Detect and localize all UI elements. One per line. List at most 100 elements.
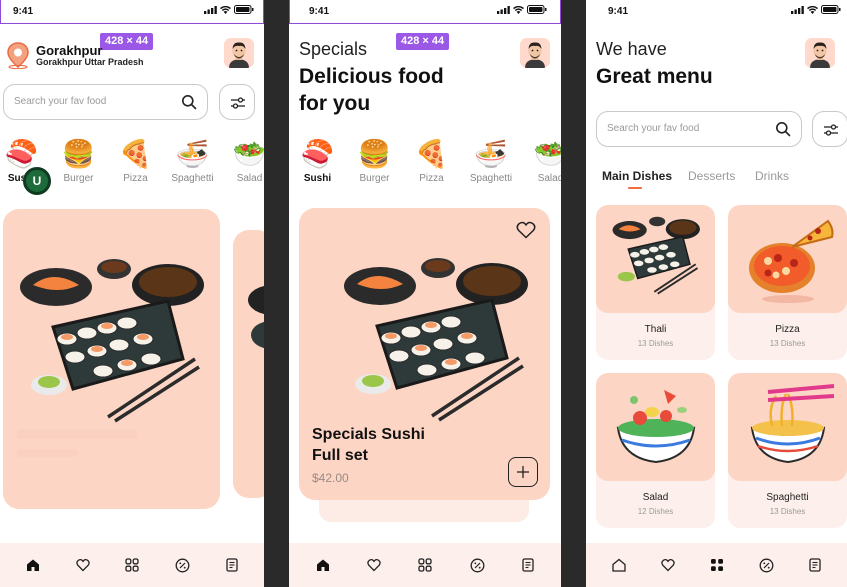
status-time: 9:41	[608, 6, 629, 17]
receipt-icon[interactable]	[809, 558, 821, 572]
tab-desserts[interactable]: Desserts	[688, 169, 735, 183]
receipt-icon[interactable]	[522, 558, 534, 572]
spaghetti-icon: 🍜	[474, 139, 508, 169]
menu-card-count: 13 Dishes	[769, 507, 806, 516]
category-salad[interactable]: 🥗 Salad	[221, 137, 264, 184]
category-label: Burger	[359, 173, 390, 184]
special-name-line2: Full set	[312, 447, 369, 464]
status-icons	[204, 5, 254, 14]
status-time: 9:41	[13, 6, 34, 17]
tab-drinks[interactable]: Drinks	[755, 169, 789, 183]
bottom-nav	[289, 543, 561, 587]
grid-icon[interactable]	[418, 558, 433, 572]
salad-icon	[616, 390, 695, 464]
heart-icon[interactable]	[516, 221, 536, 239]
search-icon[interactable]	[775, 121, 791, 137]
heart-icon[interactable]	[367, 558, 381, 572]
user-avatar-icon	[224, 38, 254, 68]
search-input[interactable]: Search your fav food	[3, 84, 208, 120]
location-subtitle: Gorakhpur Uttar Pradesh	[36, 57, 144, 67]
discount-icon[interactable]	[175, 558, 190, 573]
page-title-line2: for you	[299, 92, 371, 115]
menu-card-spaghetti[interactable]: Spaghetti 13 Dishes	[728, 373, 847, 528]
special-card[interactable]: Specials Sushi Full set $42.00	[299, 208, 550, 500]
avatar[interactable]	[805, 38, 835, 68]
category-label: Sushi	[303, 173, 332, 184]
menu-card-thali[interactable]: Thali 13 Dishes	[596, 205, 715, 360]
discount-icon[interactable]	[759, 558, 774, 573]
menu-card-salad[interactable]: Salad 12 Dishes	[596, 373, 715, 528]
home-icon[interactable]	[26, 558, 40, 572]
page-title: Great menu	[596, 65, 713, 88]
special-card[interactable]	[3, 209, 220, 509]
battery-icon	[821, 5, 841, 14]
sushi-set-icon	[344, 258, 528, 422]
menu-screen: 9:41 We have Great menu Search your fav …	[586, 0, 847, 587]
filter-button[interactable]	[812, 111, 847, 147]
category-label: Spaghetti	[469, 173, 513, 184]
menu-card-name: Salad	[642, 492, 669, 503]
salad-icon: 🥗	[533, 139, 561, 169]
heart-icon[interactable]	[661, 558, 675, 572]
category-spaghetti[interactable]: 🍜 Spaghetti	[164, 137, 221, 184]
special-price: $42.00	[312, 471, 349, 485]
faded-price	[17, 449, 77, 457]
grid-icon[interactable]	[125, 558, 140, 572]
cursor-badge: U	[23, 167, 51, 195]
tab-main-dishes[interactable]: Main Dishes	[602, 169, 672, 183]
specials-screen: 9:41 428 × 44 Specials Delicious food fo…	[289, 0, 561, 587]
receipt-icon[interactable]	[226, 558, 238, 572]
category-label: Salad	[537, 173, 561, 184]
search-input[interactable]: Search your fav food	[596, 111, 802, 147]
category-burger[interactable]: 🍔 Burger	[346, 137, 403, 184]
home-icon[interactable]	[316, 558, 330, 572]
sushi-set-icon	[248, 286, 264, 349]
menu-card-image	[728, 373, 847, 481]
category-sushi[interactable]: 🍣 Sushi	[289, 137, 346, 184]
pizza-icon: 🍕	[118, 139, 153, 169]
category-spaghetti[interactable]: 🍜 Spaghetti	[460, 137, 522, 184]
search-icon[interactable]	[181, 94, 197, 110]
filter-button[interactable]	[219, 84, 255, 120]
add-to-cart-button[interactable]	[508, 457, 538, 487]
page-subtitle: We have	[596, 39, 667, 59]
home-icon[interactable]	[611, 558, 626, 572]
spaghetti-icon	[750, 384, 834, 464]
menu-card-name: Pizza	[775, 324, 800, 335]
status-time: 9:41	[309, 6, 330, 17]
dimension-badge: 428 × 44	[100, 33, 154, 50]
status-bar: 9:41	[586, 0, 847, 22]
user-avatar-icon	[805, 38, 835, 68]
plus-icon	[517, 466, 529, 478]
bottom-nav	[586, 543, 847, 587]
sushi-set-icon	[20, 259, 204, 423]
design-canvas: 9:41 428 × 44 Gorakhpur Gorakhpur Uttar …	[0, 0, 847, 587]
filter-icon	[231, 97, 245, 109]
sushi-icon: 🍣	[4, 139, 39, 169]
filter-icon	[824, 124, 838, 136]
pizza-icon: 🍕	[414, 139, 449, 169]
category-label: Spaghetti	[171, 173, 214, 184]
category-burger[interactable]: 🍔 Burger	[50, 137, 107, 184]
discount-icon[interactable]	[470, 558, 485, 573]
location-pin-icon	[7, 42, 29, 69]
page-title-line1: Delicious food	[299, 65, 444, 88]
grid-icon[interactable]	[710, 558, 724, 572]
search-placeholder: Search your fav food	[607, 123, 700, 134]
category-pizza[interactable]: 🍕 Pizza	[107, 137, 164, 184]
menu-card-pizza[interactable]: Pizza 13 Dishes	[728, 205, 847, 360]
special-name-line1: Specials Sushi	[312, 426, 425, 443]
location-title[interactable]: Gorakhpur	[36, 43, 102, 58]
wifi-icon	[220, 5, 231, 14]
avatar[interactable]	[520, 38, 550, 68]
status-icons	[497, 5, 547, 14]
category-salad[interactable]: 🥗 Salad	[522, 137, 561, 184]
user-avatar-icon	[520, 38, 550, 68]
spaghetti-icon: 🍜	[175, 139, 210, 169]
next-card-peek[interactable]	[233, 230, 264, 498]
avatar[interactable]	[224, 38, 254, 68]
heart-icon[interactable]	[75, 558, 90, 572]
category-pizza[interactable]: 🍕 Pizza	[403, 137, 460, 184]
category-label: Burger	[63, 173, 94, 184]
burger-icon: 🍔	[61, 139, 96, 169]
